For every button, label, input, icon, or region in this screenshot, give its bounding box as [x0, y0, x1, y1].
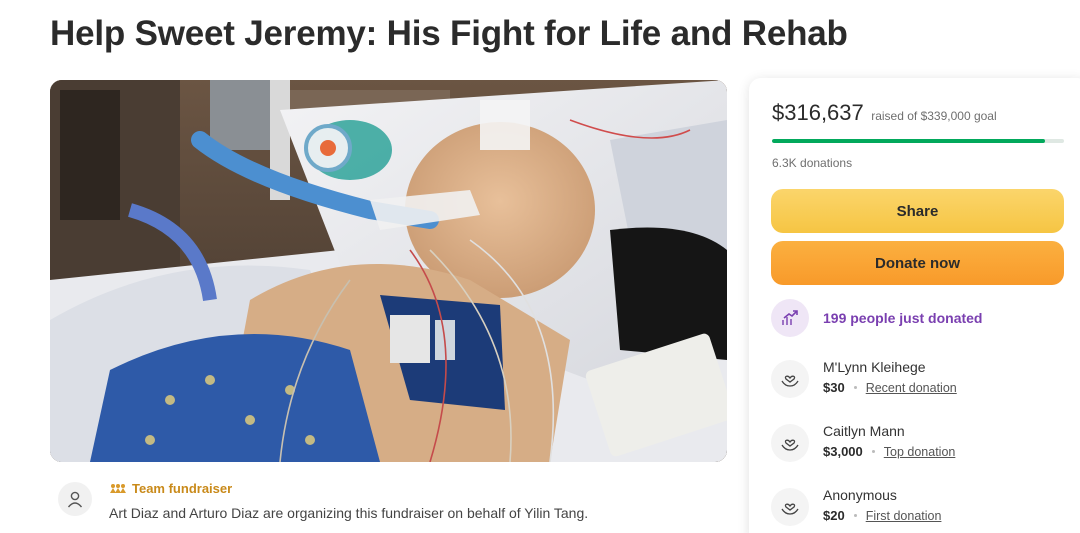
progress-bar: [772, 139, 1064, 143]
raised-row: $316,637 raised of $339,000 goal: [772, 100, 997, 126]
donations-count: 6.3K donations: [772, 156, 853, 170]
heart-hands-icon: [771, 424, 809, 462]
share-button[interactable]: Share: [771, 189, 1064, 233]
raised-goal: raised of $339,000 goal: [871, 109, 997, 123]
donor-meta: $3,000 Top donation: [823, 444, 955, 459]
donor-name: Caitlyn Mann: [823, 423, 905, 439]
organizer-section: Team fundraiser Art Diaz and Arturo Diaz…: [58, 481, 728, 532]
donor-tag-link[interactable]: First donation: [866, 509, 942, 523]
donor-meta: $20 First donation: [823, 508, 941, 523]
raised-amount: $316,637: [772, 100, 864, 125]
donor-name: M'Lynn Kleihege: [823, 359, 926, 375]
user-icon: [58, 482, 92, 516]
page-title: Help Sweet Jeremy: His Fight for Life an…: [50, 14, 848, 53]
donor-amount: $30: [823, 380, 845, 395]
heart-hands-icon: [771, 488, 809, 526]
progress-fill: [772, 139, 1045, 143]
donation-card: $316,637 raised of $339,000 goal 6.3K do…: [749, 78, 1080, 533]
trend-up-icon: [771, 299, 809, 337]
donor-tag-link[interactable]: Top donation: [884, 445, 956, 459]
team-fundraiser-label: Team fundraiser: [132, 481, 233, 496]
organizer-text: Art Diaz and Arturo Diaz are organizing …: [109, 505, 589, 521]
donor-tag-link[interactable]: Recent donation: [866, 381, 957, 395]
separator-dot: [853, 514, 857, 517]
donor-amount: $3,000: [823, 444, 863, 459]
heart-hands-icon: [771, 360, 809, 398]
just-donated-row: 199 people just donated: [771, 299, 982, 337]
team-icon: [110, 481, 126, 496]
team-fundraiser-tag: Team fundraiser: [110, 481, 232, 496]
donate-now-button[interactable]: Donate now: [771, 241, 1064, 285]
separator-dot: [853, 386, 857, 389]
donor-name: Anonymous: [823, 487, 897, 503]
separator-dot: [871, 450, 875, 453]
donor-meta: $30 Recent donation: [823, 380, 957, 395]
donor-amount: $20: [823, 508, 845, 523]
just-donated-text: 199 people just donated: [823, 310, 983, 326]
hero-image: [50, 80, 727, 462]
